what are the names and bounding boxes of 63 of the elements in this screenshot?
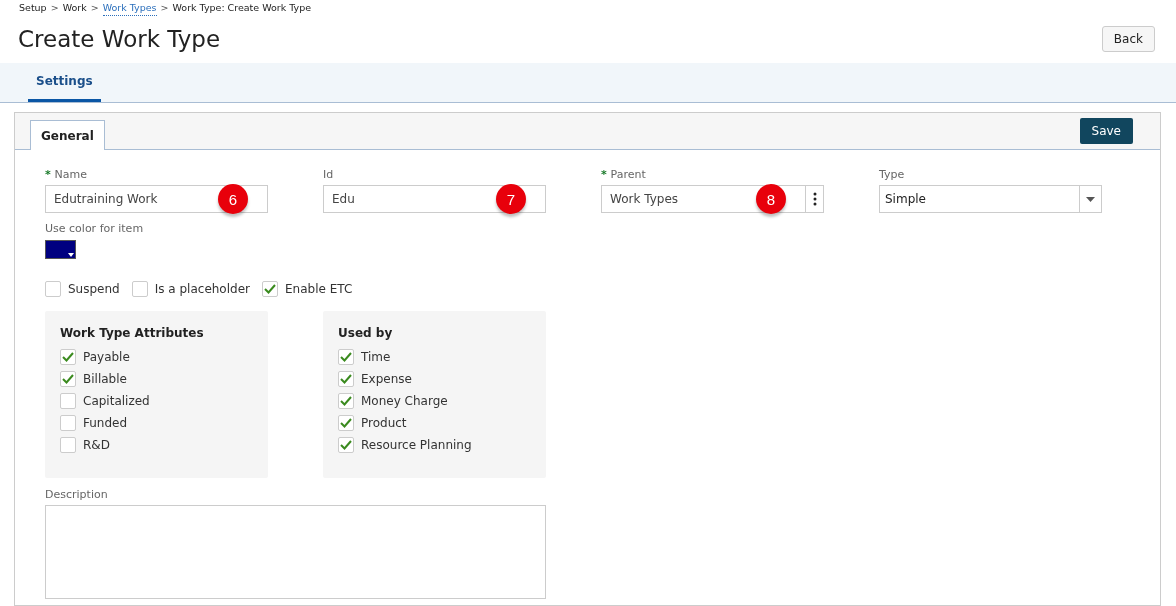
breadcrumb-separator: > xyxy=(160,2,169,15)
checkbox[interactable] xyxy=(131,281,148,297)
checkbox[interactable] xyxy=(338,371,354,387)
save-button[interactable]: Save xyxy=(1079,118,1133,144)
checkmark-icon xyxy=(62,352,74,362)
checkbox[interactable] xyxy=(60,393,76,409)
checkbox-label: Resource Planning xyxy=(361,438,472,452)
breadcrumb-item: Work xyxy=(62,2,87,15)
checkbox[interactable] xyxy=(338,349,354,365)
breadcrumb-link[interactable]: Work Types xyxy=(102,2,157,16)
group-title: Used by xyxy=(338,326,394,340)
checkbox-label: Funded xyxy=(83,416,128,430)
checkbox-label: Money Charge xyxy=(361,394,448,408)
checkbox-label: Capitalized xyxy=(83,394,150,408)
breadcrumb-separator: > xyxy=(90,2,99,15)
group-title: Work Type Attributes xyxy=(60,326,205,340)
checkbox-label: Billable xyxy=(83,372,127,386)
checkbox-label: Suspend xyxy=(68,282,120,296)
back-button[interactable]: Back xyxy=(1101,25,1155,52)
checkbox[interactable] xyxy=(60,349,76,365)
breadcrumb-separator: > xyxy=(50,2,59,15)
checkmark-icon xyxy=(340,418,352,428)
checkmark-icon xyxy=(340,352,352,362)
more-options-icon[interactable] xyxy=(806,185,824,213)
number-badge: 6 xyxy=(218,184,248,214)
checkbox[interactable] xyxy=(60,437,76,453)
dropdown[interactable]: Simple xyxy=(879,185,1102,213)
checkbox-label: Product xyxy=(361,416,407,430)
field-label: Use color for item xyxy=(45,222,145,235)
field-label: * Parent xyxy=(601,168,647,181)
checkbox[interactable] xyxy=(338,437,354,453)
field-label: * Name xyxy=(45,168,89,181)
checkbox-label: Enable ETC xyxy=(285,282,353,296)
checkbox[interactable] xyxy=(338,393,354,409)
checkmark-icon xyxy=(340,396,352,406)
checkbox-label: Expense xyxy=(361,372,412,386)
checkbox[interactable] xyxy=(338,415,354,431)
breadcrumb-item: Setup xyxy=(19,2,47,15)
checkbox[interactable] xyxy=(60,371,76,387)
checkbox-label: Payable xyxy=(83,350,130,364)
caret-icon xyxy=(68,253,74,257)
number-badge: 8 xyxy=(756,184,786,214)
field-label: Id xyxy=(323,168,335,181)
checkbox-label: Time xyxy=(361,350,391,364)
caret-icon xyxy=(1086,196,1095,202)
page-tab[interactable]: Settings xyxy=(28,63,101,102)
breadcrumb-item: Work Type: Create Work Type xyxy=(172,2,312,15)
checkmark-icon xyxy=(340,374,352,384)
panel-tab[interactable]: General xyxy=(30,120,105,150)
field-label: Description xyxy=(45,488,109,501)
color-picker[interactable] xyxy=(45,240,76,259)
checkbox-label: R&D xyxy=(83,438,110,452)
field-label: Type xyxy=(879,168,906,181)
checkbox-label: Is a placeholder xyxy=(154,282,250,296)
checkbox[interactable] xyxy=(60,415,76,431)
number-badge: 7 xyxy=(496,184,526,214)
page-title: Create Work Type xyxy=(18,25,221,52)
checkmark-icon xyxy=(62,374,74,384)
checkmark-icon xyxy=(340,440,352,450)
checkbox[interactable] xyxy=(45,281,61,297)
description-field[interactable] xyxy=(45,505,546,599)
checkmark-icon xyxy=(264,284,276,294)
checkbox[interactable] xyxy=(262,281,278,297)
